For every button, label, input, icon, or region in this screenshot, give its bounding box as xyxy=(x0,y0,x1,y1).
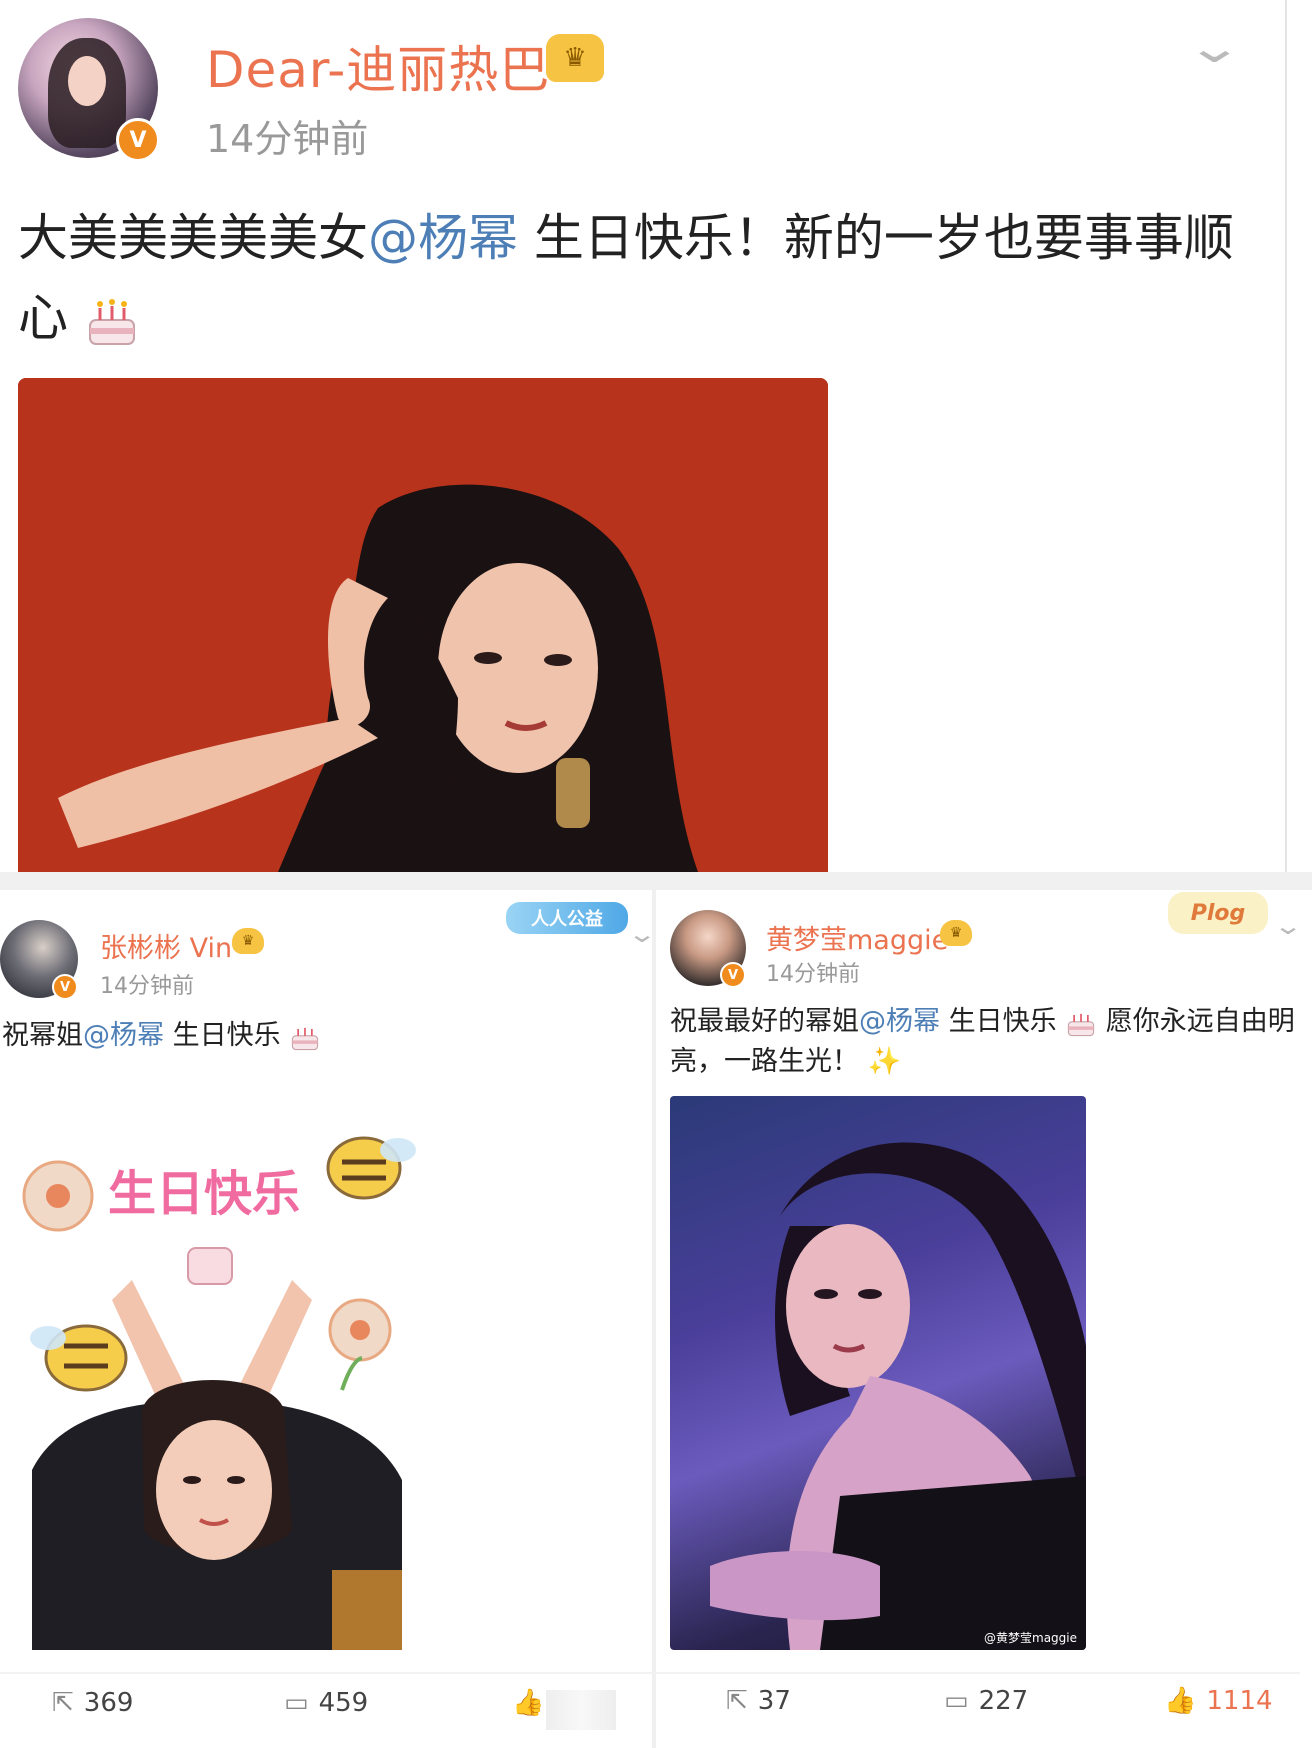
repost-button[interactable]: ⇱ 37 xyxy=(726,1686,791,1716)
repost-count: 369 xyxy=(83,1688,134,1718)
comment-icon: ▭ xyxy=(284,1688,309,1718)
blur-overlay xyxy=(546,1690,616,1730)
image-watermark: @黄梦莹maggie xyxy=(984,1631,1077,1645)
birthday-cake-icon xyxy=(292,1027,319,1050)
post-text: 祝幂姐@杨幂 生日快乐 xyxy=(2,1016,642,1056)
verified-v-icon: V xyxy=(116,118,160,162)
post-text: 大美美美美美女@杨幂 生日快乐！新的一岁也要事事顺心 xyxy=(18,198,1268,358)
author-name[interactable]: 张彬彬 Vin xyxy=(100,926,232,965)
repost-count: 37 xyxy=(757,1686,791,1716)
footer-divider xyxy=(0,1672,1300,1674)
verified-v-icon: V xyxy=(52,974,78,1000)
repost-button[interactable]: ⇱ 369 xyxy=(52,1688,133,1718)
comment-button[interactable]: ▭ 227 xyxy=(944,1686,1028,1716)
portrait-photo: @黄梦莹maggie xyxy=(710,1142,1086,1650)
chevron-down-icon[interactable]: ⌄ xyxy=(1273,912,1303,940)
comment-count: 459 xyxy=(318,1688,369,1718)
mention-link[interactable]: @杨幂 xyxy=(368,209,518,267)
member-crown-icon[interactable]: ♛ xyxy=(232,928,264,954)
birthday-photo: 生日快乐 xyxy=(2,1110,434,1650)
thumbs-up-icon: 👍 xyxy=(1164,1686,1197,1716)
divider xyxy=(1285,0,1287,872)
portrait-photo xyxy=(18,378,828,872)
like-button[interactable]: 👍 1114 xyxy=(1164,1686,1273,1716)
birthday-cake-icon xyxy=(1068,1013,1095,1036)
mention-link[interactable]: @杨幂 xyxy=(83,1020,164,1051)
comment-icon: ▭ xyxy=(944,1686,969,1716)
member-crown-icon[interactable]: ♛ xyxy=(940,920,972,946)
repost-icon: ⇱ xyxy=(726,1686,748,1716)
plog-badge[interactable]: Plog xyxy=(1168,892,1268,934)
verified-v-icon: V xyxy=(720,962,746,988)
post-time: 14分钟前 xyxy=(206,117,369,161)
post-photo[interactable]: 生日快乐 xyxy=(2,1110,434,1650)
author-name[interactable]: 黄梦莹maggie xyxy=(766,918,948,957)
author-name[interactable]: Dear-迪丽热巴 xyxy=(206,30,550,102)
post-photo[interactable] xyxy=(18,378,828,872)
birthday-cake-icon xyxy=(88,298,135,345)
post-time: 14分钟前 xyxy=(100,974,194,999)
post-text: 祝最最好的幂姐@杨幂 生日快乐 愿你永远自由明亮，一路生光！ ✨ xyxy=(670,1006,1295,1077)
section-separator xyxy=(0,872,1312,890)
top-post-card: V Dear-迪丽热巴 ♛ 14分钟前 ⌄ 大美美美美美女@杨幂 生日快乐！新的… xyxy=(0,0,1285,872)
chevron-down-icon[interactable]: ⌄ xyxy=(1185,22,1244,73)
post-time: 14分钟前 xyxy=(766,962,860,987)
member-crown-icon[interactable]: ♛ xyxy=(546,34,604,82)
repost-icon: ⇱ xyxy=(52,1688,74,1718)
charity-badge[interactable]: 人人公益 xyxy=(506,902,628,934)
mention-link[interactable]: @杨幂 xyxy=(859,1006,940,1037)
comment-count: 227 xyxy=(978,1686,1029,1716)
birthday-caption: 生日快乐 xyxy=(108,1166,300,1222)
comment-button[interactable]: ▭ 459 xyxy=(284,1688,368,1718)
sparkles-icon: ✨ xyxy=(867,1046,902,1077)
thumbs-up-icon: 👍 xyxy=(512,1688,545,1718)
like-count: 1114 xyxy=(1206,1686,1273,1716)
post-photo[interactable]: @黄梦莹maggie xyxy=(670,1096,1086,1650)
